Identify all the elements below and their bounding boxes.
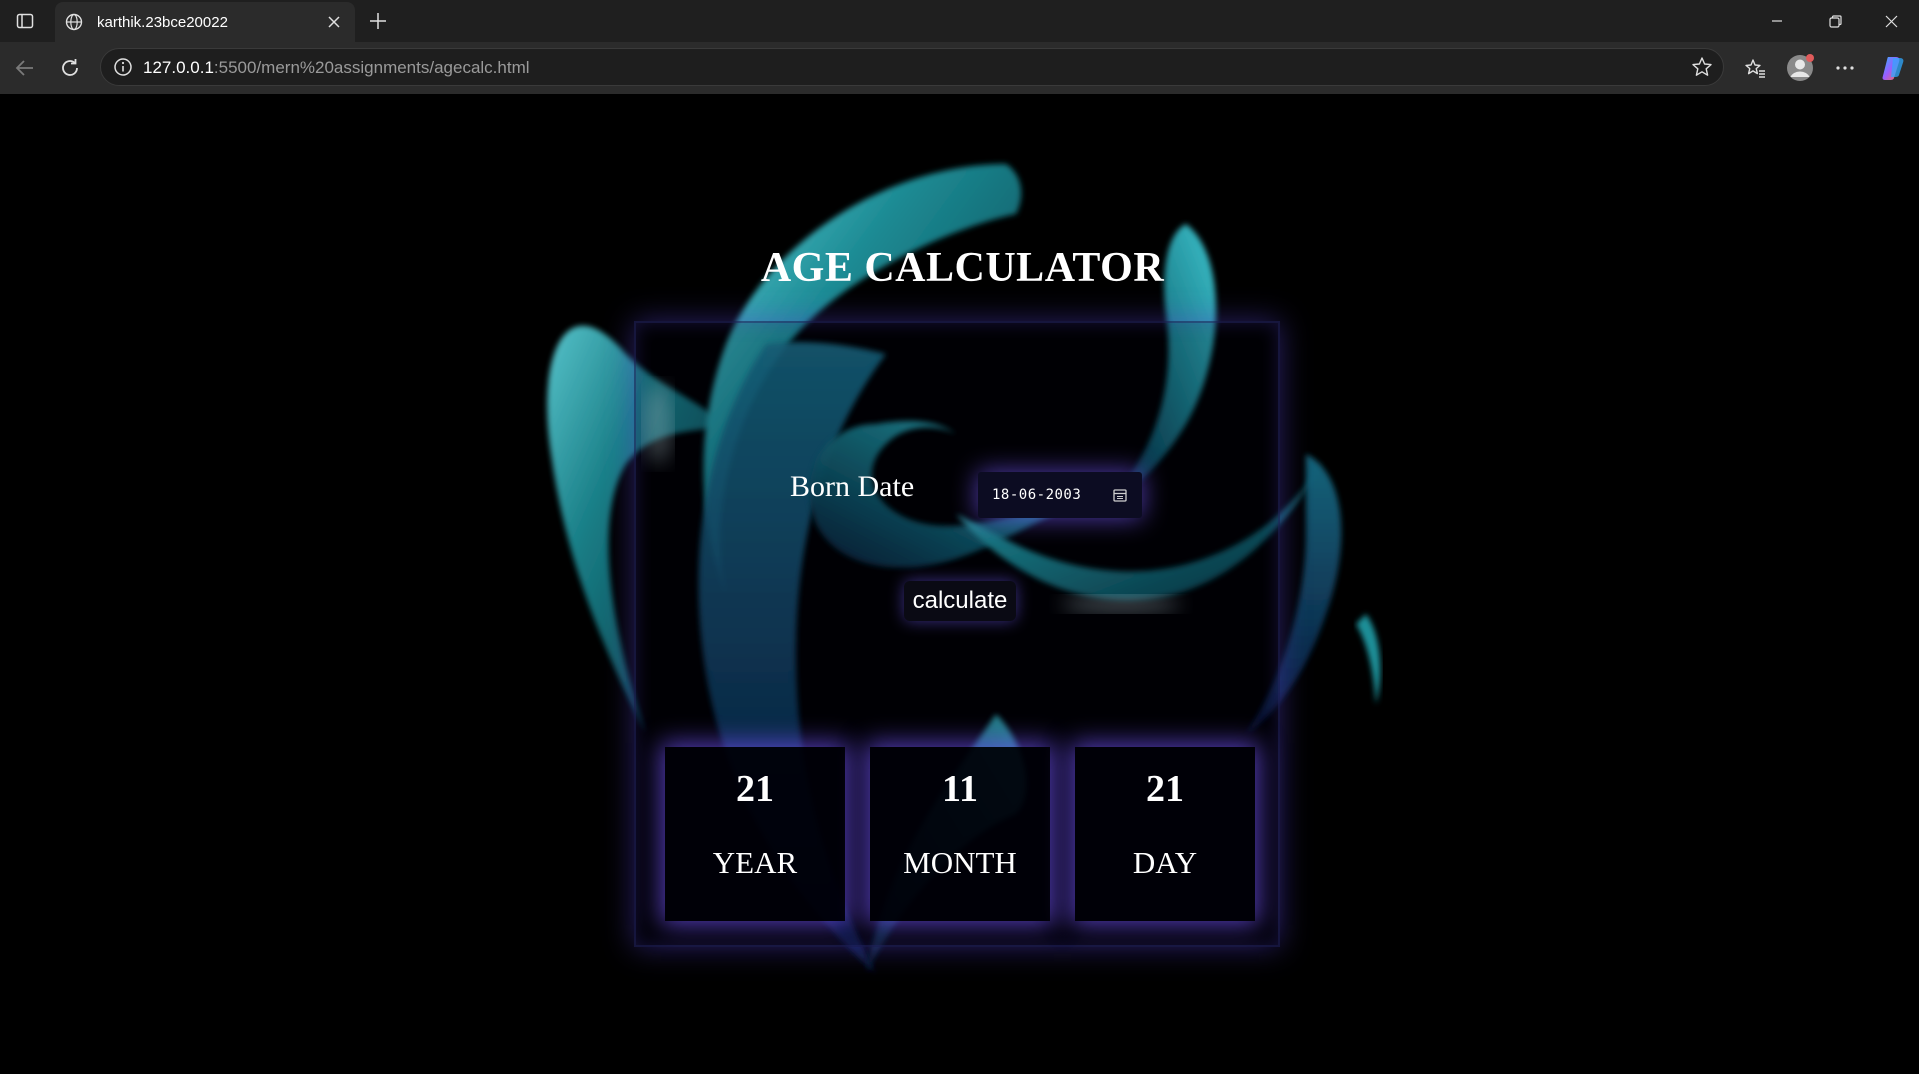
calculate-button[interactable]: calculate bbox=[904, 581, 1016, 621]
result-value: 21 bbox=[736, 768, 774, 810]
sidebar-toggle-icon[interactable] bbox=[14, 10, 36, 32]
page-title: AGE CALCULATOR bbox=[760, 245, 1165, 291]
profile-avatar-icon[interactable] bbox=[1785, 53, 1815, 83]
more-menu-icon[interactable] bbox=[1830, 53, 1860, 83]
calendar-icon[interactable] bbox=[1112, 487, 1128, 503]
address-bar[interactable]: 127.0.0.1:5500/mern%20assignments/agecal… bbox=[100, 48, 1724, 86]
result-label: MONTH bbox=[903, 845, 1017, 880]
favorites-icon[interactable] bbox=[1740, 53, 1770, 83]
date-value: 18-06-2003 bbox=[992, 487, 1082, 503]
result-value: 11 bbox=[942, 768, 978, 810]
favorite-star-icon[interactable] bbox=[1691, 56, 1713, 78]
close-window-icon[interactable] bbox=[1862, 0, 1919, 42]
globe-icon bbox=[64, 12, 84, 32]
tab-title: karthik.23bce20022 bbox=[97, 13, 228, 31]
browser-toolbar: 127.0.0.1:5500/mern%20assignments/agecal… bbox=[0, 42, 1919, 94]
browser-tab-active[interactable]: karthik.23bce20022 bbox=[55, 2, 355, 42]
tab-strip: karthik.23bce20022 bbox=[0, 0, 1919, 42]
result-box-day: 21 DAY bbox=[1075, 747, 1255, 921]
new-tab-icon[interactable] bbox=[364, 7, 392, 35]
result-value: 21 bbox=[1146, 768, 1184, 810]
born-date-label: Born Date bbox=[790, 470, 915, 503]
result-box-month: 11 MONTH bbox=[870, 747, 1050, 921]
minimize-icon[interactable] bbox=[1748, 0, 1806, 42]
result-label: DAY bbox=[1132, 845, 1198, 880]
birth-date-input[interactable]: 18-06-2003 bbox=[978, 472, 1142, 518]
restore-icon[interactable] bbox=[1806, 0, 1864, 42]
result-label: YEAR bbox=[712, 845, 798, 880]
url-path: :5500/mern%20assignments/agecalc.html bbox=[213, 58, 530, 77]
back-icon[interactable] bbox=[10, 53, 40, 83]
site-info-icon[interactable] bbox=[113, 57, 133, 77]
reload-icon[interactable] bbox=[55, 53, 85, 83]
result-box-year: 21 YEAR bbox=[665, 747, 845, 921]
copilot-icon[interactable] bbox=[1878, 53, 1908, 83]
page-viewport: AGE CALCULATOR Born Date 18-06-2003 calc… bbox=[6, 94, 1919, 1074]
tab-close-icon[interactable] bbox=[323, 11, 345, 33]
url-host: 127.0.0.1 bbox=[143, 58, 214, 77]
url-text: 127.0.0.1:5500/mern%20assignments/agecal… bbox=[143, 58, 530, 78]
